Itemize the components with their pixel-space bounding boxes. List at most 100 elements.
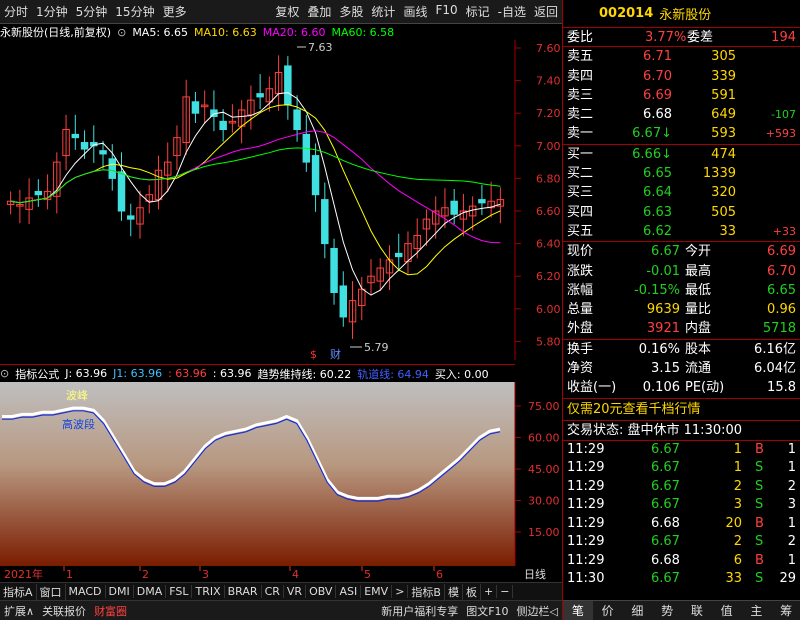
- month-label: 4: [292, 568, 299, 581]
- bottom-tab-2[interactable]: 财富圈: [90, 603, 131, 619]
- bottom-right-links: 新用户福利专享 图文F10 侧边栏◁: [377, 603, 562, 619]
- price-tick: 7.60: [536, 42, 561, 55]
- book-volume: 339: [711, 68, 736, 84]
- quote-tab-6[interactable]: 主: [742, 601, 772, 620]
- toolbar-action-6[interactable]: 标记: [462, 3, 494, 20]
- bids-row[interactable]: 买三 6.64 320: [563, 183, 800, 202]
- bottom-tabs: 扩展∧ 关联报价 财富圈: [0, 603, 131, 619]
- indicator-name[interactable]: 指标公式: [15, 366, 59, 382]
- indicator-tab-16[interactable]: 板: [463, 583, 481, 600]
- bottom-tab-0[interactable]: 扩展∧: [0, 603, 38, 619]
- indicator-tick: 30.00: [528, 495, 560, 508]
- asks-row[interactable]: 卖二 6.68 649 -107: [563, 105, 800, 124]
- period-tab-4[interactable]: 更多: [159, 3, 191, 20]
- indicator-tab-1[interactable]: 窗口: [37, 583, 66, 600]
- indicator-tab-17[interactable]: +: [481, 585, 498, 598]
- price-tick: 7.00: [536, 140, 561, 153]
- quote-tab-2[interactable]: 细: [623, 601, 653, 620]
- period-tab-2[interactable]: 5分钟: [72, 3, 112, 20]
- finance-mark[interactable]: 财: [330, 347, 341, 360]
- asks-row[interactable]: 卖一 6.67↓ 593 +593: [563, 124, 800, 143]
- stat-value: -0.01: [646, 263, 680, 279]
- toolbar-action-5[interactable]: F10: [431, 3, 461, 20]
- tick-volume: 33: [725, 571, 742, 587]
- book-volume: 649: [711, 107, 736, 123]
- tick-price: 6.67: [651, 497, 680, 513]
- asks-row[interactable]: 卖三 6.69 591: [563, 86, 800, 105]
- tick-row: 11:29 6.67 1 B 1: [563, 441, 800, 460]
- tick-row: 11:30 6.67 33 S 29: [563, 570, 800, 589]
- indicator-tab-13[interactable]: >: [392, 585, 409, 598]
- toolbar-action-1[interactable]: 叠加: [303, 3, 335, 20]
- indicator-tab-11[interactable]: ASI: [336, 585, 362, 598]
- quote-tab-1[interactable]: 价: [593, 601, 623, 620]
- indicator-tab-5[interactable]: FSL: [166, 585, 193, 598]
- quote-tab-4[interactable]: 联: [682, 601, 712, 620]
- cycle-label: 日线: [524, 567, 546, 581]
- asks-row[interactable]: 卖四 6.70 339: [563, 67, 800, 86]
- kline-chart[interactable]: 7.60 7.40 7.20 7.00 6.80 6.60 6.40 6.20 6.00 5.80…: [0, 40, 562, 360]
- quote-tab-3[interactable]: 势: [652, 601, 682, 620]
- indicator-tab-8[interactable]: CR: [262, 585, 284, 598]
- period-tab-0[interactable]: 分时: [0, 3, 32, 20]
- promo-row[interactable]: 仅需20元查看千档行情: [563, 399, 800, 421]
- period-tab-3[interactable]: 15分钟: [111, 3, 158, 20]
- indicator-tab-9[interactable]: VR: [284, 585, 307, 598]
- bottom-link-2[interactable]: 侧边栏◁: [513, 603, 562, 619]
- asks-row[interactable]: 卖五 6.71 305: [563, 47, 800, 66]
- tick-time: 11:29: [567, 478, 605, 494]
- bids-row[interactable]: 买五 6.62 33 +33: [563, 222, 800, 241]
- toolbar-action-3[interactable]: 统计: [367, 3, 399, 20]
- bids-row[interactable]: 买二 6.65 1339: [563, 164, 800, 183]
- tick-side: S: [755, 534, 764, 550]
- ma10-line: [10, 104, 501, 276]
- toolbar-action-2[interactable]: 多股: [335, 3, 367, 20]
- book-label: 买五: [567, 223, 594, 239]
- settings-gear-icon[interactable]: ⊙: [117, 26, 126, 39]
- indicator-tab-6[interactable]: TRIX: [192, 585, 225, 598]
- tick-list[interactable]: 11:29 6.67 1 B 1 11:29 6.67 1 S 1 11:29 6.67 2 S 2 11:2…: [563, 441, 800, 589]
- bids-row[interactable]: 买四 6.63 505: [563, 203, 800, 222]
- tick-row: 11:29 6.68 20 B 1: [563, 515, 800, 534]
- book-price: 6.69: [643, 87, 672, 103]
- indicator-tab-0[interactable]: 指标A: [0, 583, 37, 600]
- bottom-tab-1[interactable]: 关联报价: [38, 603, 90, 619]
- bottom-link-1[interactable]: 图文F10: [462, 603, 512, 619]
- bids-row[interactable]: 买一 6.66↓ 474: [563, 145, 800, 164]
- bottom-link-0[interactable]: 新用户福利专享: [377, 603, 462, 619]
- indicator-tab-15[interactable]: 模: [445, 583, 463, 600]
- indicator-tab-4[interactable]: DMA: [134, 585, 167, 598]
- book-label: 买一: [567, 146, 594, 162]
- toolbar-action-7[interactable]: -自选: [494, 3, 530, 20]
- toolbar-action-4[interactable]: 画线: [399, 3, 431, 20]
- indicator-tab-14[interactable]: 指标B: [408, 583, 445, 600]
- tick-time: 11:30: [567, 571, 605, 587]
- indicator-tab-3[interactable]: DMI: [106, 585, 134, 598]
- month-label: 6: [436, 568, 443, 581]
- book-price: 6.62: [643, 223, 672, 239]
- tick-time: 11:29: [567, 441, 605, 457]
- indicator-tab-10[interactable]: OBV: [306, 585, 337, 598]
- weibi-row: 委比 3.77% 委差 194: [563, 28, 800, 48]
- period-tab-1[interactable]: 1分钟: [32, 3, 72, 20]
- indicator-tab-2[interactable]: MACD: [66, 585, 106, 598]
- indicator-tab-7[interactable]: BRAR: [225, 585, 262, 598]
- stat-value: 6.16亿: [754, 341, 796, 357]
- dividend-mark[interactable]: $: [310, 348, 317, 360]
- period-tabs: 分时 1分钟 5分钟 15分钟 更多: [0, 3, 191, 20]
- toolbar-action-8[interactable]: 返回: [530, 3, 562, 20]
- tick-price: 6.67: [651, 441, 680, 457]
- indicator-tab-12[interactable]: EMV: [361, 585, 393, 598]
- quote-tab-5[interactable]: 值: [712, 601, 742, 620]
- indicator-gear-icon[interactable]: ⊙: [0, 367, 9, 380]
- indicator-chart[interactable]: 75.00 60.00 45.00 30.00 15.00 波峰 高波段: [0, 382, 562, 566]
- indicator-tab-18[interactable]: −: [497, 585, 514, 598]
- quote-tab-0[interactable]: 笔: [563, 601, 593, 620]
- toolbar-action-0[interactable]: 复权: [271, 3, 303, 20]
- tick-price: 6.67: [651, 460, 680, 476]
- quote-tab-7[interactable]: 筹: [771, 601, 800, 620]
- book-volume: 33: [719, 223, 736, 239]
- quote-tabs: 笔价细势联值主筹: [563, 600, 800, 620]
- stat-value: 6.65: [767, 282, 796, 298]
- indicator-j: J: 63.96: [65, 367, 108, 380]
